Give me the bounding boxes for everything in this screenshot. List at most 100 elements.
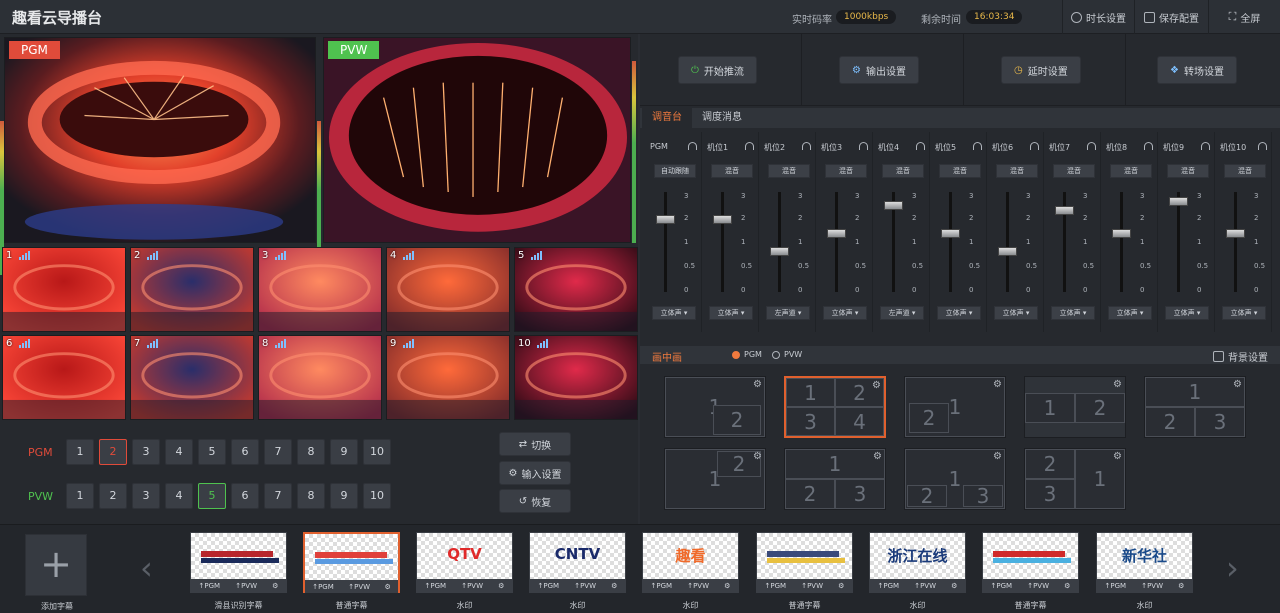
background-settings-button[interactable]: 背景设置 <box>1213 349 1268 364</box>
switch-button[interactable]: ⇄ 切换 <box>499 432 571 456</box>
channel-mode-select[interactable]: 立体声 ▾ <box>823 306 867 320</box>
pip-layout[interactable]: 12⚙ <box>904 376 1006 438</box>
caption-pvw-button[interactable]: ↑PVW <box>461 582 483 590</box>
add-caption-button[interactable]: + <box>25 534 87 596</box>
headphone-icon[interactable] <box>916 142 925 150</box>
headphone-icon[interactable] <box>1030 142 1039 150</box>
source-thumbnail[interactable]: 2 <box>130 247 254 332</box>
fader-knob[interactable] <box>1226 228 1245 238</box>
pgm-source-button[interactable]: 3 <box>132 439 160 465</box>
channel-mix-button[interactable]: 自动跟随 <box>654 164 696 178</box>
channel-mode-select[interactable]: 立体声 ▾ <box>1108 306 1152 320</box>
delay-settings-button[interactable]: ◷ 延时设置 <box>1001 56 1081 84</box>
pvw-source-button[interactable]: 10 <box>363 483 391 509</box>
pvw-source-button[interactable]: 3 <box>132 483 160 509</box>
channel-mode-select[interactable]: 立体声 ▾ <box>937 306 981 320</box>
pip-layout[interactable]: 12⚙ <box>1024 376 1126 438</box>
pip-layout[interactable]: 2 3 1 ⚙ <box>1024 448 1126 510</box>
pvw-source-button[interactable]: 9 <box>330 483 358 509</box>
caption-pgm-button[interactable]: ↑PGM <box>312 583 334 591</box>
caption-pgm-button[interactable]: ↑PGM <box>425 582 447 590</box>
caption-pgm-button[interactable]: ↑PGM <box>199 582 221 590</box>
channel-mode-select[interactable]: 立体声 ▾ <box>652 306 696 320</box>
gear-icon[interactable]: ⚙ <box>1113 451 1122 462</box>
channel-mix-button[interactable]: 混音 <box>1224 164 1266 178</box>
channel-mode-select[interactable]: 立体声 ▾ <box>709 306 753 320</box>
gear-icon[interactable]: ⚙ <box>873 451 882 462</box>
gear-icon[interactable]: ⚙ <box>993 451 1002 462</box>
channel-mix-button[interactable]: 混音 <box>768 164 810 178</box>
channel-mode-select[interactable]: 立体声 ▾ <box>994 306 1038 320</box>
fader-knob[interactable] <box>941 228 960 238</box>
pvw-source-button[interactable]: 1 <box>66 483 94 509</box>
caption-item[interactable]: ↑PGM ↑PVW ⚙ <box>190 532 287 593</box>
source-thumbnail[interactable]: 5 <box>514 247 638 332</box>
channel-mode-select[interactable]: 立体声 ▾ <box>1051 306 1095 320</box>
gear-icon[interactable]: ⚙ <box>753 451 762 462</box>
caption-item[interactable]: CNTV ↑PGM ↑PVW ⚙ <box>529 532 626 593</box>
headphone-icon[interactable] <box>1087 142 1096 150</box>
gear-icon[interactable]: ⚙ <box>753 379 762 390</box>
channel-mix-button[interactable]: 混音 <box>1053 164 1095 178</box>
channel-mode-select[interactable]: 左声道 ▾ <box>766 306 810 320</box>
caption-pvw-button[interactable]: ↑PVW <box>1027 582 1049 590</box>
headphone-icon[interactable] <box>802 142 811 150</box>
tab-messages[interactable]: 调度消息 <box>692 108 752 128</box>
pgm-monitor[interactable]: PGM <box>4 37 316 243</box>
channel-mode-select[interactable]: 立体声 ▾ <box>1222 306 1266 320</box>
headphone-icon[interactable] <box>1258 142 1267 150</box>
pgm-source-button[interactable]: 5 <box>198 439 226 465</box>
caption-pvw-button[interactable]: ↑PVW <box>348 583 370 591</box>
channel-mode-select[interactable]: 左声道 ▾ <box>880 306 924 320</box>
pip-layout[interactable]: 1 2 3 ⚙ <box>1144 376 1246 438</box>
pvw-source-button[interactable]: 8 <box>297 483 325 509</box>
pvw-monitor[interactable]: PVW <box>323 37 631 243</box>
save-config-button[interactable]: 保存配置 <box>1134 0 1208 34</box>
caption-item[interactable]: ↑PGM ↑PVW ⚙ <box>982 532 1079 593</box>
gear-icon[interactable]: ⚙ <box>724 582 730 590</box>
tab-mixer[interactable]: 调音台 <box>642 108 692 128</box>
gear-icon[interactable]: ⚙ <box>384 583 390 591</box>
gear-icon[interactable]: ⚙ <box>872 380 881 391</box>
source-thumbnail[interactable]: 4 <box>386 247 510 332</box>
channel-mix-button[interactable]: 混音 <box>1167 164 1209 178</box>
pip-option-pgm[interactable]: PGM <box>732 350 762 359</box>
gear-icon[interactable]: ⚙ <box>1064 582 1070 590</box>
pgm-source-button[interactable]: 8 <box>297 439 325 465</box>
pgm-source-button[interactable]: 9 <box>330 439 358 465</box>
scroll-left-arrow[interactable]: ‹ <box>140 549 153 587</box>
fader-knob[interactable] <box>1055 205 1074 215</box>
caption-pgm-button[interactable]: ↑PGM <box>538 582 560 590</box>
caption-item[interactable]: QTV ↑PGM ↑PVW ⚙ <box>416 532 513 593</box>
caption-item[interactable]: 趣看 ↑PGM ↑PVW ⚙ <box>642 532 739 593</box>
pip-layout[interactable]: 1 2 3 ⚙ <box>904 448 1006 510</box>
fader-knob[interactable] <box>827 228 846 238</box>
caption-item[interactable]: 新华社 ↑PGM ↑PVW ⚙ <box>1096 532 1193 593</box>
source-thumbnail[interactable]: 3 <box>258 247 382 332</box>
channel-mix-button[interactable]: 混音 <box>939 164 981 178</box>
source-thumbnail[interactable]: 9 <box>386 335 510 420</box>
source-thumbnail[interactable]: 6 <box>2 335 126 420</box>
channel-mix-button[interactable]: 混音 <box>825 164 867 178</box>
caption-pgm-button[interactable]: ↑PGM <box>1105 582 1127 590</box>
gear-icon[interactable]: ⚙ <box>993 379 1002 390</box>
output-settings-button[interactable]: ⚙ 输出设置 <box>839 56 919 84</box>
gear-icon[interactable]: ⚙ <box>611 582 617 590</box>
caption-item[interactable]: ↑PGM ↑PVW ⚙ <box>303 532 400 593</box>
fullscreen-button[interactable]: ⛶ 全屏 <box>1208 0 1280 34</box>
pgm-source-button[interactable]: 7 <box>264 439 292 465</box>
headphone-icon[interactable] <box>688 142 697 150</box>
restore-button[interactable]: ↺ 恢复 <box>499 489 571 513</box>
source-thumbnail[interactable]: 10 <box>514 335 638 420</box>
headphone-icon[interactable] <box>745 142 754 150</box>
transition-settings-button[interactable]: ❖ 转场设置 <box>1157 56 1237 84</box>
caption-pgm-button[interactable]: ↑PGM <box>878 582 900 590</box>
pip-layout[interactable]: 12⚙ <box>664 376 766 438</box>
caption-pgm-button[interactable]: ↑PGM <box>991 582 1013 590</box>
fader-knob[interactable] <box>1169 196 1188 206</box>
headphone-icon[interactable] <box>859 142 868 150</box>
gear-icon[interactable]: ⚙ <box>1178 582 1184 590</box>
channel-mix-button[interactable]: 混音 <box>996 164 1038 178</box>
fader-knob[interactable] <box>656 215 675 224</box>
pvw-source-button[interactable]: 4 <box>165 483 193 509</box>
